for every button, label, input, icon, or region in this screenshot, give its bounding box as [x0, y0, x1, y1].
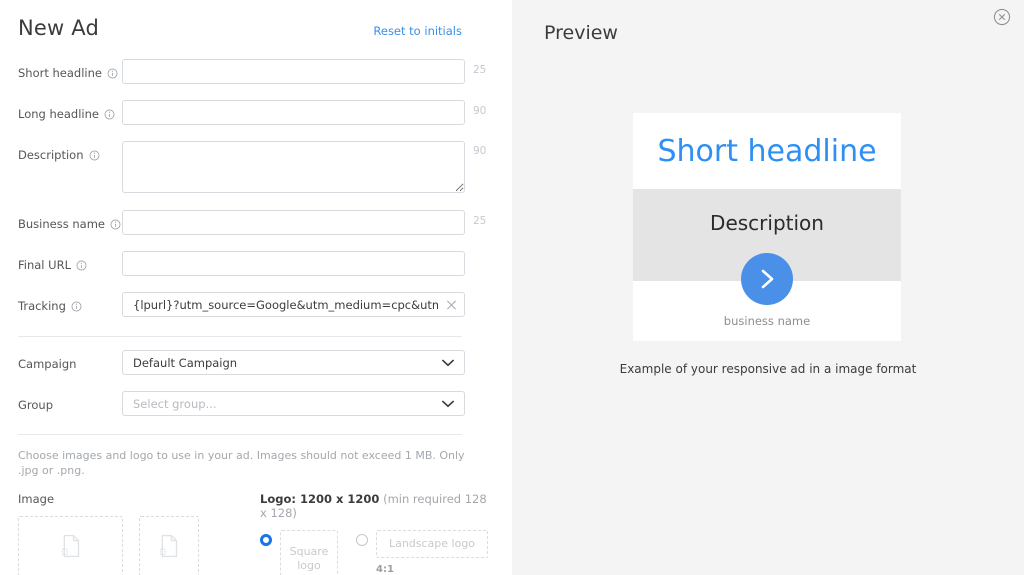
short-headline-input[interactable] — [122, 59, 465, 84]
close-icon[interactable] — [446, 299, 457, 310]
business-name-input[interactable] — [122, 210, 465, 235]
ad-form-panel: New Ad Reset to initials Short headline … — [0, 0, 512, 575]
char-counter-long-headline: 90 — [473, 105, 487, 117]
label-description: Description — [18, 141, 122, 169]
square-logo-wrap: Square logo 1:1 — [280, 530, 338, 575]
field-row-campaign: Campaign — [18, 350, 488, 378]
campaign-select-wrapper — [122, 350, 465, 375]
label-text: Long headline — [18, 107, 99, 121]
control-short-headline: 25 — [122, 59, 488, 84]
label-short-headline: Short headline — [18, 59, 122, 87]
arrow-right-icon[interactable] — [741, 253, 793, 305]
label-tracking: Tracking — [18, 292, 122, 320]
char-counter-business-name: 25 — [473, 215, 487, 227]
field-row-description: Description 90 — [18, 141, 488, 197]
divider-media — [18, 434, 462, 435]
info-icon[interactable] — [71, 301, 82, 312]
image-dropzone-1911[interactable] — [18, 516, 123, 575]
label-business-name: Business name — [18, 210, 122, 238]
final-url-input[interactable] — [122, 251, 465, 276]
label-text: Campaign — [18, 357, 77, 371]
preview-panel: Preview Short headline Description busin… — [512, 0, 1024, 575]
logo-option-landscape: Landscape logo 4:1 — [356, 530, 488, 575]
control-final-url — [122, 251, 488, 276]
landscape-logo-label: Landscape logo — [388, 537, 476, 550]
ad-preview-headline: Short headline — [633, 113, 901, 189]
page-title: New Ad — [18, 16, 100, 40]
landscape-logo-dropzone[interactable]: Landscape logo — [376, 530, 488, 558]
control-group — [122, 391, 488, 416]
label-group: Group — [18, 391, 122, 419]
label-text: Description — [18, 148, 84, 162]
reset-to-initials-link[interactable]: Reset to initials — [373, 24, 462, 38]
square-logo-label: Square logo — [289, 545, 329, 572]
field-row-tracking: Tracking — [18, 292, 488, 320]
field-row-long-headline: Long headline 90 — [18, 100, 488, 128]
media-help-text: Choose images and logo to use in your ad… — [18, 449, 465, 477]
radio-square-logo[interactable] — [260, 534, 272, 546]
ad-preview-card: Short headline Description business name — [633, 113, 901, 341]
logo-upload-section: Logo: 1200 x 1200 (min required 128 x 12… — [260, 492, 488, 575]
tracking-input[interactable] — [122, 292, 465, 317]
label-long-headline: Long headline — [18, 100, 122, 128]
image-section-title: Image — [18, 492, 55, 506]
campaign-select[interactable] — [122, 350, 465, 375]
preview-title: Preview — [544, 22, 618, 44]
info-icon[interactable] — [104, 109, 115, 120]
logo-section-title: Logo: 1200 x 1200 (min required 128 x 12… — [260, 492, 488, 520]
media-section: Image 1.91:1 — [18, 492, 488, 575]
image-dropzone-item: 1.91:1 — [18, 516, 123, 575]
info-icon[interactable] — [107, 68, 118, 79]
logo-title-size: 1200 x 1200 — [299, 492, 380, 506]
label-campaign: Campaign — [18, 350, 122, 378]
control-tracking — [122, 292, 488, 317]
form-header: New Ad Reset to initials — [18, 0, 488, 40]
description-textarea[interactable] — [122, 141, 465, 193]
char-counter-short-headline: 25 — [473, 64, 487, 76]
radio-landscape-logo[interactable] — [356, 534, 368, 546]
file-icon — [159, 534, 179, 558]
control-campaign — [122, 350, 488, 375]
preview-caption: Example of your responsive ad in a image… — [619, 362, 917, 376]
control-long-headline: 90 — [122, 100, 488, 125]
group-select[interactable] — [122, 391, 465, 416]
image-upload-section: Image 1.91:1 — [18, 492, 240, 575]
label-text: Final URL — [18, 258, 71, 272]
label-text: Business name — [18, 217, 105, 231]
image-dropzone-item: 1:1 — [139, 516, 199, 575]
group-select-wrapper — [122, 391, 465, 416]
divider-top — [18, 336, 462, 337]
long-headline-input[interactable] — [122, 100, 465, 125]
label-final-url: Final URL — [18, 251, 122, 279]
label-text: Short headline — [18, 66, 102, 80]
label-text: Group — [18, 398, 54, 412]
logo-option-square: Square logo 1:1 — [260, 530, 338, 575]
info-icon[interactable] — [89, 150, 100, 161]
logo-title-prefix: Logo: — [260, 492, 300, 506]
info-icon[interactable] — [110, 219, 121, 230]
field-row-business-name: Business name 25 — [18, 210, 488, 238]
field-row-final-url: Final URL — [18, 251, 488, 279]
square-logo-dropzone[interactable]: Square logo — [280, 530, 338, 575]
label-text: Tracking — [18, 299, 66, 313]
field-row-short-headline: Short headline 25 — [18, 59, 488, 87]
control-business-name: 25 — [122, 210, 488, 235]
landscape-logo-ratio: 4:1 — [376, 564, 394, 575]
tracking-input-wrapper — [122, 292, 465, 317]
close-icon[interactable] — [993, 8, 1011, 26]
file-icon — [61, 534, 81, 558]
image-dropzone-row: 1.91:1 1:1 — [18, 516, 240, 575]
control-description: 90 — [122, 141, 488, 197]
logo-options-row: Square logo 1:1 Landscape logo 4:1 — [260, 530, 488, 575]
image-dropzone-11[interactable] — [139, 516, 199, 575]
info-icon[interactable] — [76, 260, 87, 271]
char-counter-description: 90 — [473, 145, 487, 157]
field-row-group: Group — [18, 391, 488, 419]
new-ad-dialog: New Ad Reset to initials Short headline … — [0, 0, 1024, 575]
landscape-logo-wrap: Landscape logo 4:1 — [376, 530, 488, 575]
